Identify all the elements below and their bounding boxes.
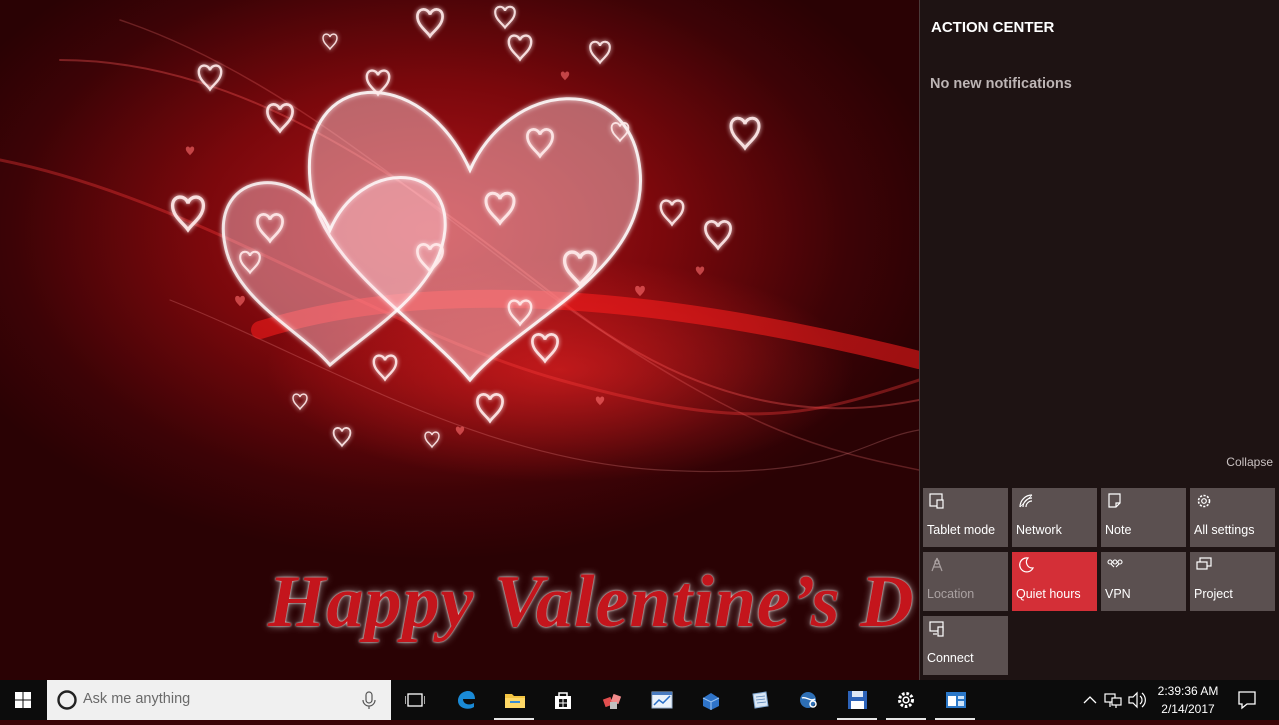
show-hidden-icons-button[interactable] xyxy=(1080,680,1100,720)
speaker-icon xyxy=(1128,691,1146,709)
task-view-button[interactable] xyxy=(391,680,439,720)
store-icon xyxy=(555,692,571,709)
taskbar: Ask me anything 2:39:36 AM 2/14/2017 xyxy=(0,680,1279,720)
quick-action-label: All settings xyxy=(1194,523,1255,537)
gear-icon xyxy=(1197,494,1211,508)
quick-action-all-settings[interactable]: All settings xyxy=(1190,488,1275,547)
quick-action-note[interactable]: Note xyxy=(1101,488,1186,547)
taskbar-app-file-explorer[interactable] xyxy=(490,680,538,720)
cortana-icon xyxy=(57,690,77,710)
network-icon xyxy=(1019,494,1033,508)
taskbar-app-edge[interactable] xyxy=(442,680,490,720)
quick-action-label: Quiet hours xyxy=(1016,587,1081,601)
quick-action-label: Tablet mode xyxy=(927,523,996,537)
taskbar-app-window[interactable] xyxy=(931,680,979,720)
quick-action-network[interactable]: Network xyxy=(1012,488,1097,547)
cortana-search-box[interactable]: Ask me anything xyxy=(47,680,391,720)
search-placeholder: Ask me anything xyxy=(83,691,191,707)
action-center-button[interactable] xyxy=(1230,680,1264,720)
quick-action-quiet-hours[interactable]: Quiet hours xyxy=(1012,552,1097,611)
taskbar-app-store[interactable] xyxy=(539,680,587,720)
taskbar-app-settings[interactable] xyxy=(882,680,930,720)
taskbar-app-globe[interactable] xyxy=(784,680,832,720)
quick-action-label: Connect xyxy=(927,651,974,665)
valentine-greeting: Happy Valentine’s D xyxy=(268,561,915,643)
taskbar-app-notes[interactable] xyxy=(735,680,783,720)
edge-icon xyxy=(458,691,475,709)
microphone-icon[interactable] xyxy=(359,680,379,720)
connect-icon xyxy=(929,621,944,637)
quick-action-label: Note xyxy=(1105,523,1132,537)
folder-icon xyxy=(505,694,525,708)
toolbox-icon xyxy=(702,693,720,710)
windows-logo-icon xyxy=(15,692,31,708)
moon-icon xyxy=(1019,557,1035,573)
volume-tray-button[interactable] xyxy=(1126,680,1148,720)
quick-action-label: Network xyxy=(1016,523,1062,537)
gear-icon xyxy=(898,692,914,708)
taskbar-app-tools[interactable] xyxy=(686,680,734,720)
chevron-up-icon xyxy=(1083,696,1097,704)
taskbar-clock[interactable]: 2:39:36 AM 2/14/2017 xyxy=(1152,680,1224,720)
collapse-link[interactable]: Collapse xyxy=(1226,455,1273,469)
quick-action-label: Project xyxy=(1194,587,1233,601)
clock-time: 2:39:36 AM xyxy=(1157,684,1219,698)
location-icon xyxy=(931,557,943,572)
cubes-icon xyxy=(602,693,622,709)
globe-search-icon xyxy=(800,692,817,708)
task-view-icon xyxy=(405,693,425,707)
notepad-icon xyxy=(752,691,769,709)
quick-action-project[interactable]: Project xyxy=(1190,552,1275,611)
start-button[interactable] xyxy=(0,680,47,720)
taskbar-app-cubes[interactable] xyxy=(588,680,636,720)
taskbar-app-disk[interactable] xyxy=(833,680,881,720)
wired-network-icon xyxy=(1104,693,1122,708)
network-tray-icon-button[interactable] xyxy=(1102,680,1124,720)
quick-action-label: Location xyxy=(927,587,975,601)
clock-date: 2/14/2017 xyxy=(1161,702,1215,716)
floppy-disk-icon xyxy=(848,691,867,709)
taskbar-app-graph[interactable] xyxy=(637,680,685,720)
no-notifications-message: No new notifications xyxy=(930,76,1072,92)
action-center-title: ACTION CENTER xyxy=(931,19,1055,36)
graph-window-icon xyxy=(651,691,673,709)
desktop-wallpaper: Happy Valentine’s D xyxy=(0,0,919,680)
quick-action-connect[interactable]: Connect xyxy=(923,616,1008,675)
note-icon xyxy=(1108,493,1121,508)
action-center-panel: ACTION CENTER No new notifications Colla… xyxy=(919,0,1279,680)
project-icon xyxy=(1196,557,1212,570)
quick-action-tablet-mode[interactable]: Tablet mode xyxy=(923,488,1008,547)
vpn-icon xyxy=(1107,559,1123,568)
quick-action-label: VPN xyxy=(1105,587,1131,601)
notification-icon xyxy=(1238,691,1256,710)
quick-action-vpn[interactable]: VPN xyxy=(1101,552,1186,611)
quick-action-location[interactable]: Location xyxy=(923,552,1008,611)
window-app-icon xyxy=(946,692,966,708)
tablet-mode-icon xyxy=(929,493,944,509)
